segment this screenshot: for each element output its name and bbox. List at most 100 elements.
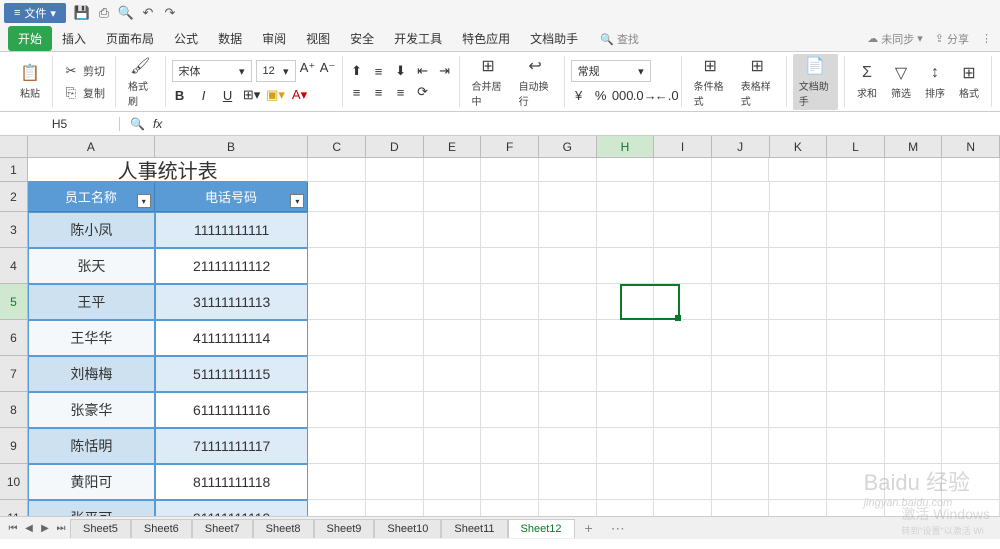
cell[interactable] <box>481 284 539 320</box>
paste-button[interactable]: 📋粘贴 <box>14 61 46 102</box>
cell[interactable] <box>308 284 366 320</box>
cell[interactable] <box>885 212 943 248</box>
merge-button[interactable]: ⊞合并居中 <box>466 54 511 110</box>
cell[interactable] <box>654 356 712 392</box>
sync-status[interactable]: ☁ 未同步 ▾ <box>867 31 923 47</box>
cell[interactable] <box>654 182 712 212</box>
cell[interactable] <box>424 182 482 212</box>
cell[interactable] <box>481 182 539 212</box>
cond-format-button[interactable]: ⊞条件格式 <box>688 54 733 110</box>
italic-button[interactable]: I <box>196 87 212 103</box>
font-color-button[interactable]: A▾ <box>292 87 308 103</box>
cell[interactable] <box>654 320 712 356</box>
print-icon[interactable]: ⎙ <box>96 5 112 21</box>
cell[interactable] <box>481 212 539 248</box>
column-header[interactable]: K <box>770 136 828 157</box>
cell[interactable] <box>827 182 885 212</box>
indent-left-button[interactable]: ⇤ <box>415 63 431 79</box>
cell[interactable] <box>712 392 770 428</box>
search-button[interactable]: 🔍 查找 <box>600 31 639 47</box>
redo-icon[interactable]: ↷ <box>162 5 178 21</box>
cell[interactable] <box>597 428 655 464</box>
cell[interactable] <box>885 464 943 500</box>
ribbon-tab[interactable]: 安全 <box>340 26 384 51</box>
column-header[interactable]: I <box>654 136 712 157</box>
table-cell[interactable]: 41111111114 <box>155 320 309 356</box>
table-cell[interactable]: 11111111111 <box>155 212 309 248</box>
cell[interactable] <box>481 356 539 392</box>
add-sheet-button[interactable]: + <box>577 517 601 539</box>
cell[interactable] <box>366 356 424 392</box>
cell[interactable] <box>770 182 828 212</box>
cell[interactable] <box>942 500 1000 516</box>
cell[interactable] <box>654 212 712 248</box>
cell[interactable] <box>712 464 770 500</box>
table-cell[interactable]: 张平可 <box>28 500 155 516</box>
cell[interactable] <box>366 248 424 284</box>
search-fn-icon[interactable]: 🔍 <box>130 117 145 131</box>
undo-icon[interactable]: ↶ <box>140 5 156 21</box>
sheet-tab[interactable]: Sheet8 <box>253 519 314 538</box>
cell[interactable] <box>885 356 943 392</box>
align-top-button[interactable]: ⬆ <box>349 63 365 79</box>
row-header[interactable]: 9 <box>0 428 27 464</box>
cell[interactable] <box>597 464 655 500</box>
table-cell[interactable]: 71111111117 <box>155 428 309 464</box>
cell[interactable] <box>308 356 366 392</box>
sheet-tab[interactable]: Sheet5 <box>70 519 131 538</box>
cell[interactable] <box>712 212 770 248</box>
cell[interactable] <box>827 284 885 320</box>
cell[interactable] <box>769 428 827 464</box>
cell[interactable] <box>597 158 655 182</box>
cell[interactable] <box>769 464 827 500</box>
align-bottom-button[interactable]: ⬇ <box>393 63 409 79</box>
table-cell[interactable]: 刘梅梅 <box>28 356 155 392</box>
cell[interactable] <box>539 464 597 500</box>
cell[interactable] <box>827 212 885 248</box>
sheet-nav-last[interactable]: ⏭ <box>54 521 68 535</box>
cell[interactable] <box>424 500 482 516</box>
ribbon-tab[interactable]: 页面布局 <box>96 26 164 51</box>
spreadsheet-grid[interactable]: ABCDEFGHIJKLMN 1234567891011 人事统计表员工名称▾电… <box>0 136 1000 516</box>
number-format-select[interactable]: 常规▾ <box>571 60 651 82</box>
sheet-tab[interactable]: Sheet9 <box>314 519 375 538</box>
cell[interactable] <box>885 248 943 284</box>
cell[interactable] <box>597 212 655 248</box>
cell[interactable] <box>481 464 539 500</box>
column-header[interactable]: N <box>942 136 1000 157</box>
cell[interactable] <box>885 158 943 182</box>
ribbon-tab[interactable]: 公式 <box>164 26 208 51</box>
cell[interactable] <box>885 320 943 356</box>
copy-button[interactable]: ⎘复制 <box>59 83 109 103</box>
sheet-nav-first[interactable]: ⏮ <box>6 521 20 535</box>
indent-right-button[interactable]: ⇥ <box>437 63 453 79</box>
cell[interactable] <box>539 500 597 516</box>
sort-button[interactable]: ↕排序 <box>919 61 951 102</box>
cell[interactable] <box>769 500 827 516</box>
column-header[interactable]: J <box>712 136 770 157</box>
ribbon-tab[interactable]: 文档助手 <box>520 26 588 51</box>
format-button[interactable]: ⊞格式 <box>953 61 985 102</box>
cell[interactable] <box>308 320 366 356</box>
cell[interactable] <box>885 182 943 212</box>
cell[interactable] <box>539 320 597 356</box>
cell[interactable] <box>366 428 424 464</box>
align-left-button[interactable]: ≡ <box>349 84 365 100</box>
cell[interactable] <box>424 464 482 500</box>
cell[interactable] <box>366 212 424 248</box>
sheet-tab[interactable]: Sheet7 <box>192 519 253 538</box>
cell[interactable] <box>654 284 712 320</box>
column-header[interactable]: G <box>539 136 597 157</box>
cell[interactable] <box>712 284 770 320</box>
decrease-decimal-button[interactable]: ←.0 <box>659 87 675 103</box>
cell[interactable] <box>827 158 885 182</box>
cell[interactable] <box>712 428 770 464</box>
cell[interactable] <box>769 248 827 284</box>
save-icon[interactable]: 💾 <box>74 5 90 21</box>
table-cell[interactable]: 黄阳可 <box>28 464 155 500</box>
row-header[interactable]: 1 <box>0 158 27 182</box>
table-cell[interactable]: 王平 <box>28 284 155 320</box>
cell[interactable] <box>424 284 482 320</box>
increase-decimal-button[interactable]: .0→ <box>637 87 653 103</box>
align-right-button[interactable]: ≡ <box>393 84 409 100</box>
